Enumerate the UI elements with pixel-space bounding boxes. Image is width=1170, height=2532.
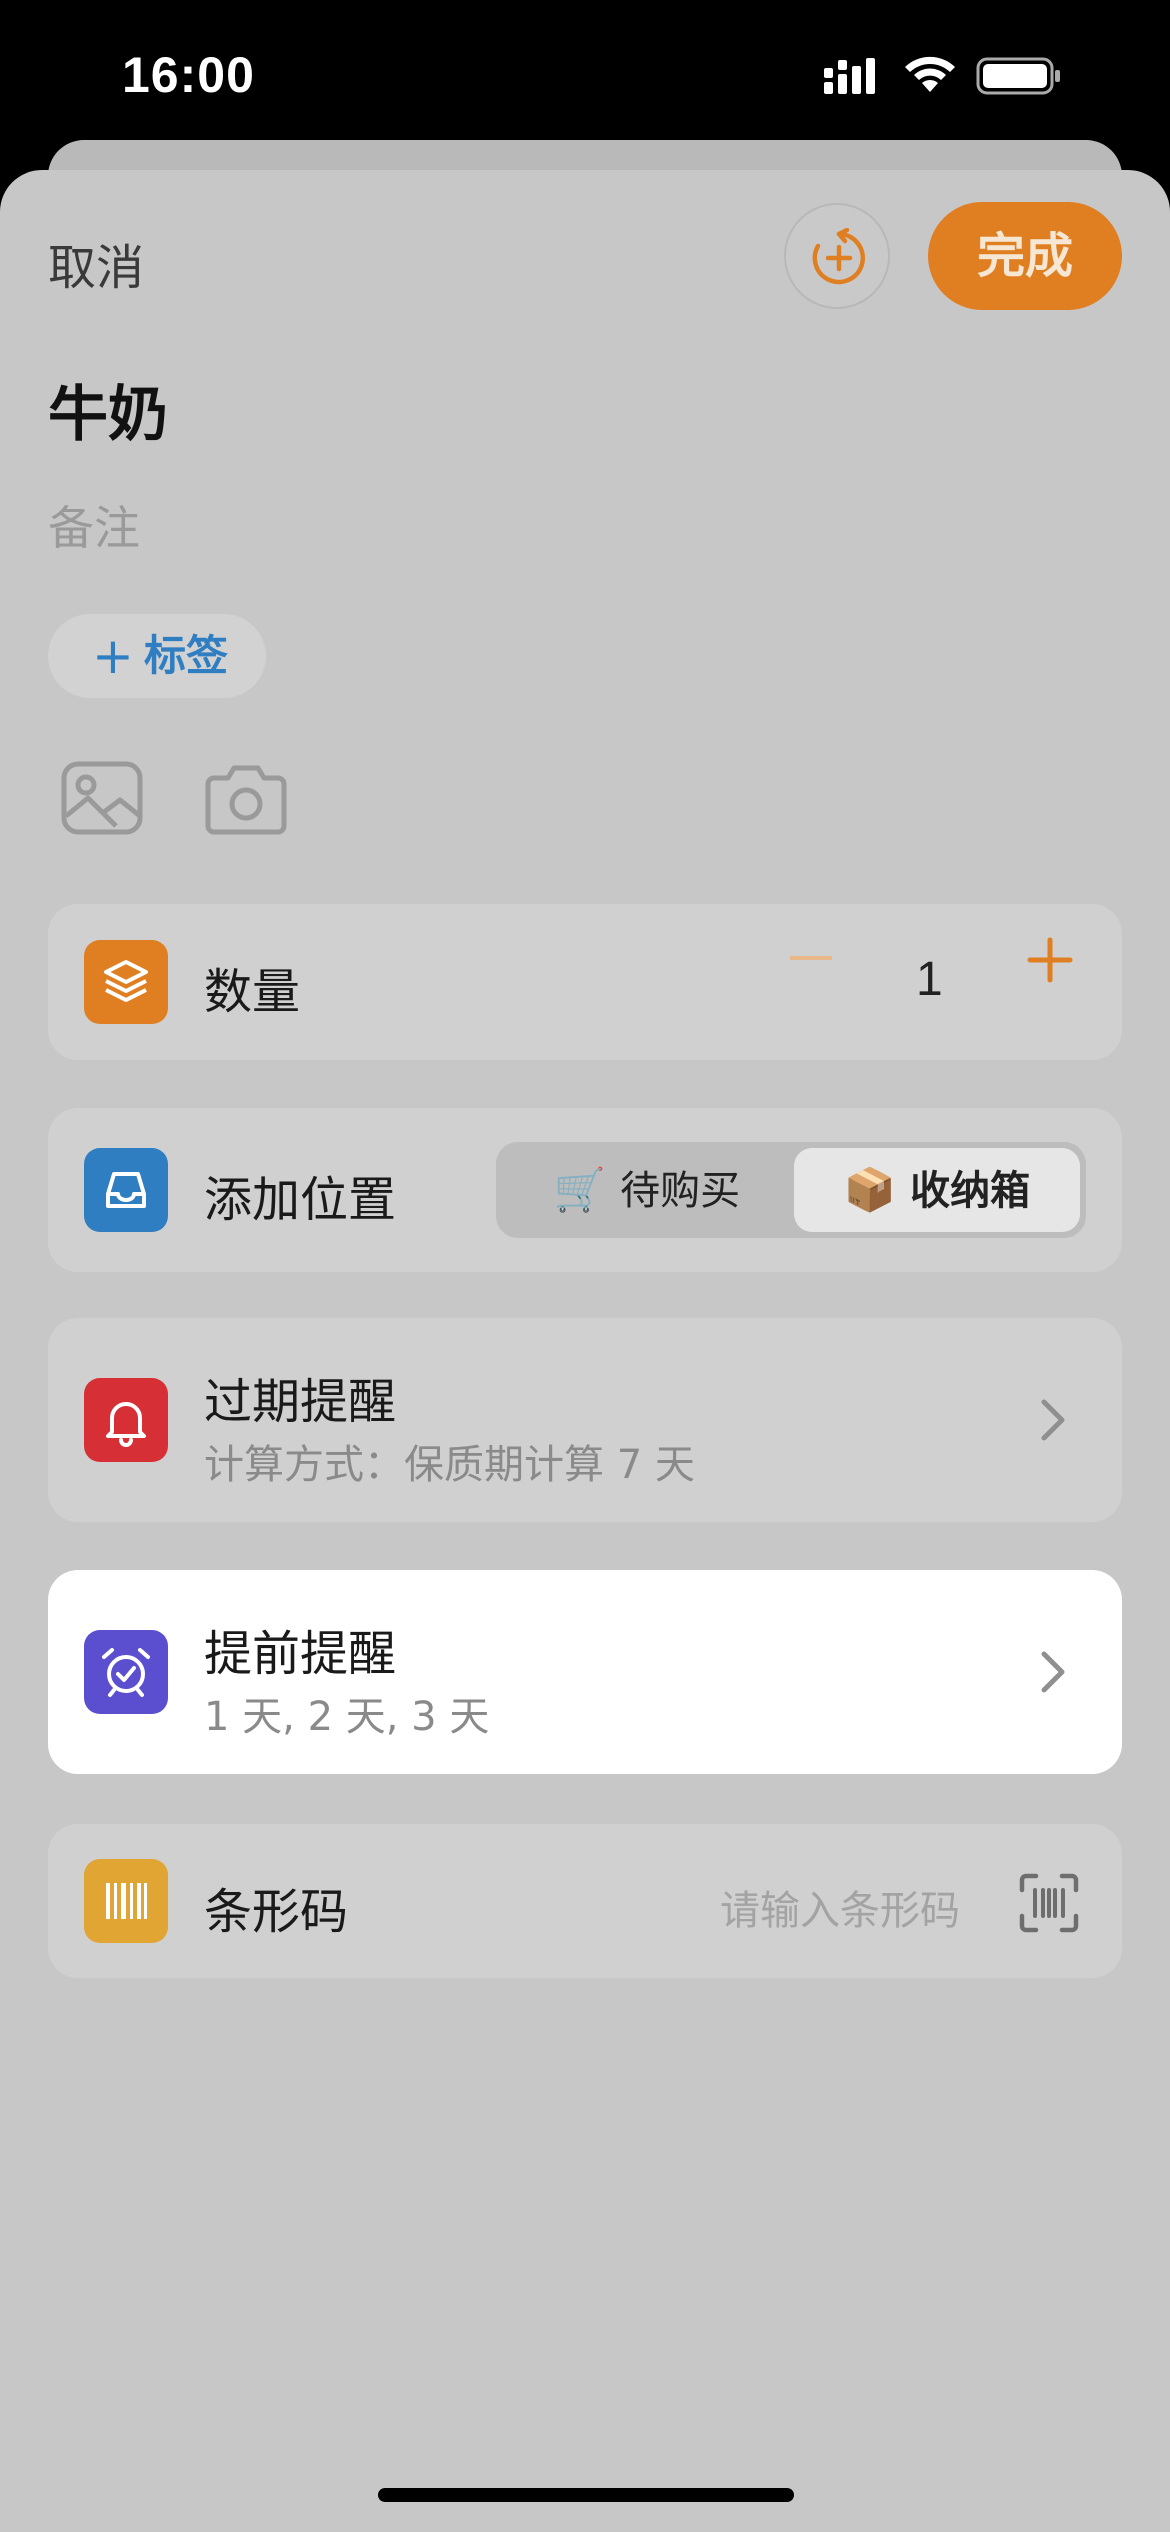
cellular-signal-icon <box>824 58 875 94</box>
battery-icon <box>976 57 1060 95</box>
location-option-storage-box[interactable]: 📦 收纳箱 <box>794 1148 1080 1232</box>
barcode-input[interactable]: 请输入条形码 <box>720 1878 960 1936</box>
add-tag-button[interactable]: + 标签 <box>48 614 266 698</box>
location-card: 添加位置 🛒 待购买 📦 收纳箱 <box>48 1108 1122 1272</box>
quantity-increment-button[interactable] <box>1026 936 1074 984</box>
image-icon[interactable] <box>60 760 144 836</box>
history-add-button[interactable] <box>784 203 890 309</box>
history-add-icon <box>812 228 866 285</box>
barcode-icon-tile <box>84 1859 168 1943</box>
barcode-icon <box>106 1883 147 1919</box>
done-button[interactable]: 完成 <box>928 202 1122 310</box>
quantity-label: 数量 <box>204 964 301 1020</box>
advance-reminder-title: 提前提醒 <box>204 1626 397 1682</box>
expiry-reminder-title: 过期提醒 <box>204 1374 397 1430</box>
cancel-button[interactable]: 取消 <box>48 228 144 298</box>
advance-reminder-card[interactable]: 提前提醒 1 天, 2 天, 3 天 <box>48 1570 1122 1774</box>
chevron-right-icon <box>1041 1399 1065 1441</box>
add-item-sheet: 取消 完成 牛奶 备注 + 标签 数量 1 添加位置 🛒 待购买 📦 收纳箱 过… <box>0 170 1170 2532</box>
barcode-scan-icon[interactable] <box>1018 1872 1080 1934</box>
barcode-card: 条形码 请输入条形码 <box>48 1824 1122 1978</box>
barcode-label: 条形码 <box>204 1884 349 1940</box>
advance-reminder-subtitle: 1 天, 2 天, 3 天 <box>204 1694 490 1740</box>
shopping-cart-icon: 🛒 <box>553 1165 607 1214</box>
alarm-clock-icon <box>102 1648 150 1697</box>
package-icon: 📦 <box>843 1165 897 1214</box>
expiry-icon-tile <box>84 1378 168 1462</box>
status-bar: 16:00 <box>0 0 1170 150</box>
quantity-value: 1 <box>916 953 943 1006</box>
location-option-label: 待购买 <box>620 1168 741 1214</box>
item-name-field[interactable]: 牛奶 <box>48 366 168 453</box>
location-option-label: 收纳箱 <box>910 1168 1031 1214</box>
add-tag-label: 标签 <box>144 631 229 680</box>
location-label: 添加位置 <box>204 1172 397 1228</box>
reminder-icon-tile <box>84 1630 168 1714</box>
wifi-icon <box>905 56 955 92</box>
location-option-to-buy[interactable]: 🛒 待购买 <box>502 1148 792 1232</box>
status-time: 16:00 <box>122 47 255 103</box>
quantity-icon-tile <box>84 940 168 1024</box>
quantity-card: 数量 1 <box>48 904 1122 1060</box>
expiry-reminder-subtitle: 计算方式：保质期计算 7 天 <box>204 1442 695 1488</box>
camera-icon[interactable] <box>204 760 288 836</box>
bell-icon <box>106 1402 146 1447</box>
location-icon-tile <box>84 1148 168 1232</box>
chevron-right-icon <box>1041 1651 1065 1693</box>
plus-icon: + <box>92 627 134 685</box>
layers-icon <box>104 960 148 1002</box>
location-segmented-control: 🛒 待购买 📦 收纳箱 <box>496 1142 1086 1238</box>
home-indicator <box>378 2488 794 2502</box>
notes-field[interactable]: 备注 <box>48 492 140 558</box>
quantity-decrement-button[interactable] <box>790 956 832 960</box>
tray-icon <box>106 1172 146 1208</box>
expiry-reminder-card[interactable]: 过期提醒 计算方式：保质期计算 7 天 <box>48 1318 1122 1522</box>
